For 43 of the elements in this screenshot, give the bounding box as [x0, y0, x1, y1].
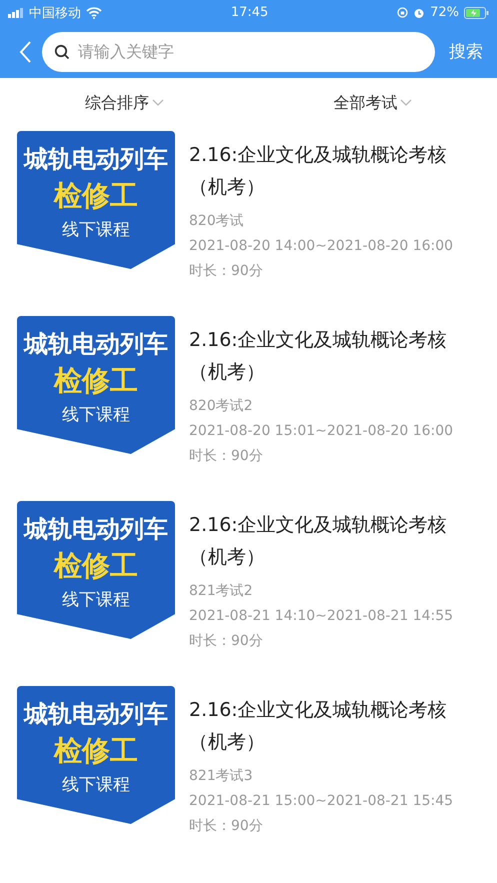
search-field[interactable]: 请输入关键字: [42, 32, 435, 72]
exam-time: 2021-08-20 14:00~2021-08-20 16:00: [189, 237, 454, 256]
cover-title: 城轨电动列车: [24, 329, 168, 360]
cover-title: 城轨电动列车: [24, 699, 168, 730]
exam-name: 821考试3: [189, 767, 254, 786]
cover-caption: 线下课程: [62, 589, 130, 611]
exam-name: 820考试2: [189, 397, 254, 416]
cover-subtitle: 检修工: [54, 178, 138, 214]
battery-percent: 72%: [430, 5, 459, 20]
carrier-name: 中国移动: [29, 4, 81, 22]
cover-subtitle: 检修工: [54, 733, 138, 769]
exam-duration: 时长：90分: [189, 632, 264, 651]
alarm-icon: [413, 6, 426, 18]
exam-time: 2021-08-21 14:10~2021-08-21 14:55: [189, 607, 454, 626]
exam-duration: 时长：90分: [189, 447, 264, 466]
back-button[interactable]: [18, 40, 32, 64]
cover-title: 城轨电动列车: [24, 144, 168, 175]
cover-subtitle: 检修工: [54, 363, 138, 399]
chevron-down-icon: [400, 99, 412, 107]
exam-name: 821考试2: [189, 582, 254, 601]
filter-dropdown[interactable]: 全部考试: [248, 92, 497, 114]
exam-title[interactable]: 2.16:企业文化及城轨概论考核（机考）: [189, 509, 481, 573]
exam-title[interactable]: 2.16:企业文化及城轨概论考核（机考）: [189, 324, 481, 388]
signal-icon: [8, 8, 24, 18]
rotation-lock-icon: [397, 7, 408, 18]
filter-dropdown[interactable]: 综合排序: [0, 92, 248, 114]
exam-title[interactable]: 2.16:企业文化及城轨概论考核（机考）: [189, 694, 481, 758]
cover-caption: 线下课程: [62, 219, 130, 241]
cover-title: 城轨电动列车: [24, 514, 168, 545]
chevron-down-icon: [152, 99, 164, 107]
exam-duration: 时长：90分: [189, 817, 264, 836]
cover-subtitle: 检修工: [54, 548, 138, 584]
wifi-icon: [86, 6, 102, 18]
search-icon: [54, 44, 70, 60]
exam-time: 2021-08-20 15:01~2021-08-20 16:00: [189, 422, 454, 441]
exam-title[interactable]: 2.16:企业文化及城轨概论考核（机考）: [189, 139, 481, 203]
clock-time: 17:45: [230, 5, 268, 20]
cover-caption: 线下课程: [62, 404, 130, 426]
cover-caption: 线下课程: [62, 774, 130, 796]
exam-duration: 时长：90分: [189, 262, 264, 281]
battery-icon: [464, 6, 489, 18]
exam-time: 2021-08-21 15:00~2021-08-21 15:45: [189, 792, 454, 811]
exam-name: 820考试: [189, 212, 245, 231]
